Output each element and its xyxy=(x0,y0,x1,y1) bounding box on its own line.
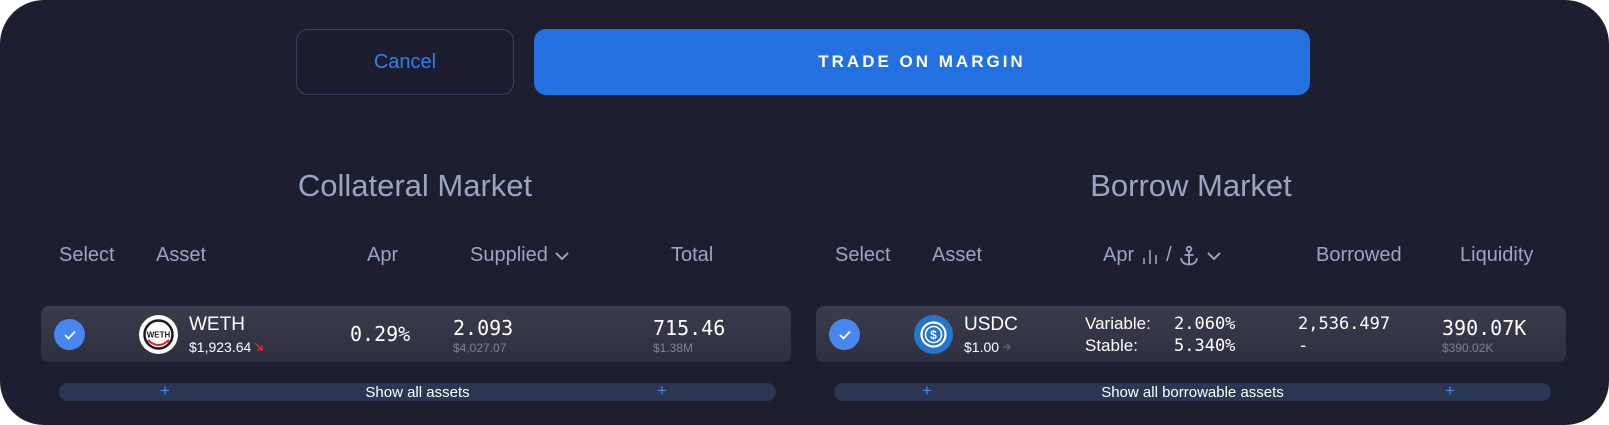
show-all-borrowable-label: Show all borrowable assets xyxy=(1101,384,1284,401)
trade-on-margin-button[interactable]: TRADE ON MARGIN xyxy=(534,29,1310,95)
select-checkbox[interactable] xyxy=(829,319,860,350)
variable-rate-value: 2.060% xyxy=(1174,314,1236,334)
asset-symbol: USDC xyxy=(964,314,1018,335)
stable-rate-label: Stable: xyxy=(1085,336,1138,355)
show-all-borrowable-assets-button[interactable]: + Show all borrowable assets + xyxy=(834,381,1551,401)
collateral-market-title: Collateral Market xyxy=(297,168,533,203)
borrow-market-title: Borrow Market xyxy=(1090,168,1292,203)
asset-symbol: WETH xyxy=(189,314,245,335)
borrow-header-asset: Asset xyxy=(932,244,983,266)
collateral-header-supplied[interactable]: Supplied xyxy=(470,244,570,267)
trend-down-icon xyxy=(254,342,264,351)
supplied-usd-value: $4,027.07 xyxy=(453,341,507,355)
chevron-down-icon xyxy=(1206,251,1221,260)
chevron-down-icon xyxy=(555,251,569,260)
borrow-row-usdc[interactable]: $ USDC $1.00 Variable: 2.060% Stable: 5.… xyxy=(816,306,1566,362)
total-value: 715.46 xyxy=(653,316,726,340)
svg-text:WETH: WETH xyxy=(147,331,171,340)
collateral-header-asset: Asset xyxy=(156,244,207,266)
supplied-label: Supplied xyxy=(470,244,548,266)
cancel-button[interactable]: Cancel xyxy=(296,29,514,95)
checkmark-icon xyxy=(838,330,851,340)
variable-rate-label: Variable: xyxy=(1085,314,1151,333)
asset-price: $1.00 xyxy=(964,339,1012,355)
borrow-header-borrowed: Borrowed xyxy=(1316,244,1402,266)
collateral-header-total: Total xyxy=(671,244,714,266)
anchor-icon xyxy=(1179,245,1198,265)
show-all-assets-button[interactable]: + Show all assets + xyxy=(59,381,776,401)
stable-rate-value: 5.340% xyxy=(1174,336,1236,356)
select-checkbox[interactable] xyxy=(54,319,85,350)
collateral-row-weth[interactable]: WETH WETH $1,923.64 0.29% 2.093 $4,027.0… xyxy=(41,306,791,362)
checkmark-icon xyxy=(63,330,76,340)
borrow-header-apr[interactable]: Apr / xyxy=(1103,244,1222,267)
borrow-header-liquidity: Liquidity xyxy=(1460,244,1534,266)
borrowed-value: 2,536.497 xyxy=(1298,314,1391,334)
apr-value: 0.29% xyxy=(350,322,411,346)
svg-text:$: $ xyxy=(930,328,937,342)
liquidity-value: 390.07K xyxy=(1442,316,1527,340)
trend-flat-icon xyxy=(1003,343,1012,351)
borrow-header-select: Select xyxy=(835,244,891,266)
apr-label: Apr xyxy=(1103,244,1135,266)
total-usd-value: $1.38M xyxy=(653,341,694,355)
borrowed-secondary: - xyxy=(1298,336,1309,356)
asset-price: $1,923.64 xyxy=(189,339,264,355)
collateral-header-select: Select xyxy=(59,244,115,266)
collateral-header-apr: Apr xyxy=(367,244,399,266)
liquidity-usd-value: $390.02K xyxy=(1442,341,1494,355)
plus-icon: + xyxy=(657,381,667,400)
supplied-value: 2.093 xyxy=(453,316,514,340)
bar-chart-icon xyxy=(1143,249,1157,264)
show-all-assets-label: Show all assets xyxy=(365,384,470,401)
usdc-token-icon: $ xyxy=(914,315,953,354)
margin-trade-panel: Cancel TRADE ON MARGIN Collateral Market… xyxy=(0,0,1609,425)
weth-token-icon: WETH xyxy=(139,315,178,354)
plus-icon: + xyxy=(1445,381,1455,400)
apr-separator: / xyxy=(1166,244,1172,266)
